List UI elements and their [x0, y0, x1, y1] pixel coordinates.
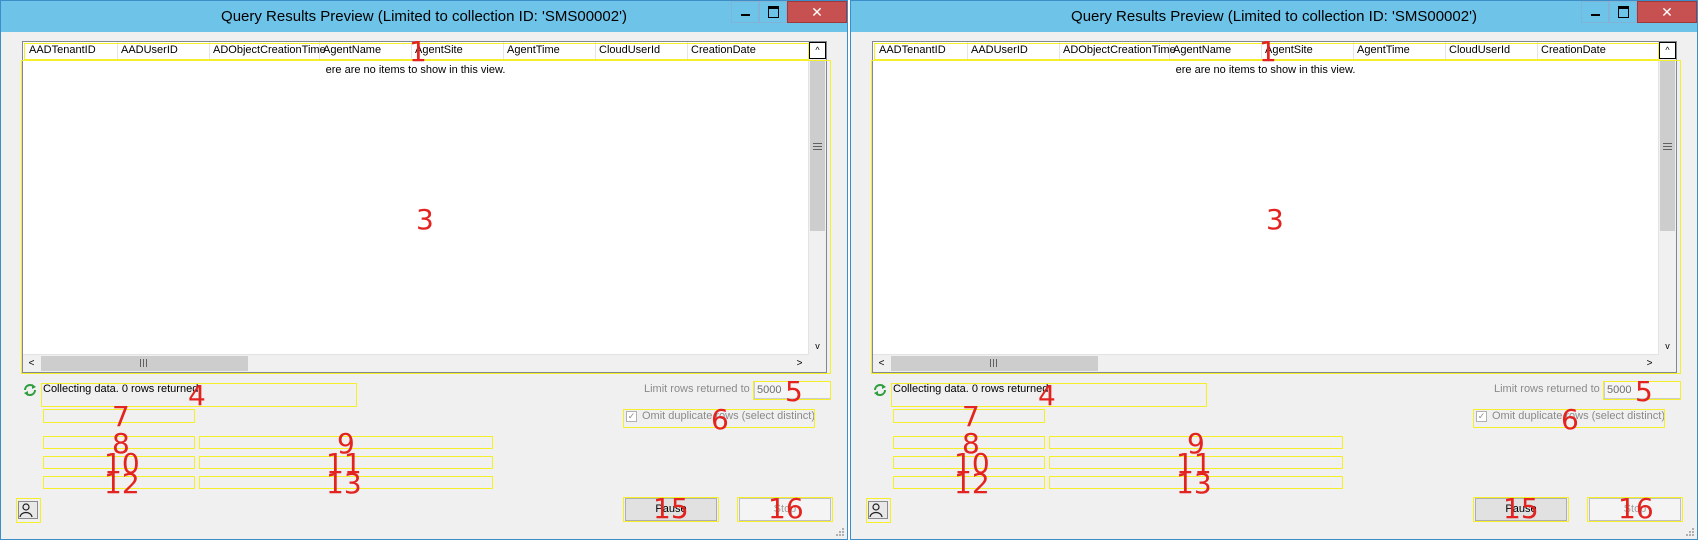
resize-grip-icon[interactable] — [1685, 527, 1695, 537]
limit-rows-label: Limit rows returned to — [644, 383, 750, 395]
minimize-icon — [1590, 14, 1600, 16]
annotation-number: 6 — [1561, 403, 1579, 436]
annotation-number: 4 — [1038, 379, 1056, 412]
annotation-number: 13 — [326, 467, 362, 500]
title-bar: Query Results Preview (Limited to collec… — [851, 1, 1697, 32]
annotation-number: 15 — [653, 492, 689, 525]
scroll-up-button[interactable]: ^ — [1659, 42, 1676, 59]
annotation-number: 1 — [409, 35, 427, 68]
resize-grip-icon[interactable] — [835, 527, 845, 537]
close-icon: ✕ — [811, 3, 823, 20]
close-button[interactable]: ✕ — [787, 1, 847, 23]
annotation-number: 16 — [768, 492, 804, 525]
window-title: Query Results Preview (Limited to collec… — [221, 8, 627, 25]
maximize-icon — [1617, 6, 1629, 18]
annotation-number: 5 — [1635, 375, 1653, 408]
maximize-button[interactable] — [759, 1, 787, 23]
annotation-number: 12 — [104, 467, 140, 500]
query-results-window-left: Query Results Preview (Limited to collec… — [0, 0, 848, 540]
window-title: Query Results Preview (Limited to collec… — [1071, 8, 1477, 25]
refresh-icon — [874, 384, 886, 396]
annotation-number: 3 — [416, 203, 434, 236]
annotation-number: 3 — [1266, 203, 1284, 236]
minimize-button[interactable] — [1581, 1, 1609, 23]
minimize-button[interactable] — [731, 1, 759, 23]
annotation-number: 1 — [1259, 35, 1277, 68]
refresh-icon — [24, 384, 36, 396]
close-icon: ✕ — [1661, 3, 1673, 20]
close-button[interactable]: ✕ — [1637, 1, 1697, 23]
maximize-button[interactable] — [1609, 1, 1637, 23]
annotation-number: 5 — [785, 375, 803, 408]
limit-rows-label: Limit rows returned to — [1494, 383, 1600, 395]
minimize-icon — [740, 14, 750, 16]
annotation-number: 4 — [188, 379, 206, 412]
scroll-up-button[interactable]: ^ — [809, 42, 826, 59]
annotation-box — [866, 498, 891, 523]
annotation-number: 15 — [1503, 492, 1539, 525]
annotation-number: 16 — [1618, 492, 1654, 525]
annotation-number: 6 — [711, 403, 729, 436]
maximize-icon — [767, 6, 779, 18]
query-results-window-right: Query Results Preview (Limited to collec… — [850, 0, 1698, 540]
annotation-box — [16, 498, 41, 523]
title-bar: Query Results Preview (Limited to collec… — [1, 1, 847, 32]
annotation-number: 12 — [954, 467, 990, 500]
annotation-number: 13 — [1176, 467, 1212, 500]
